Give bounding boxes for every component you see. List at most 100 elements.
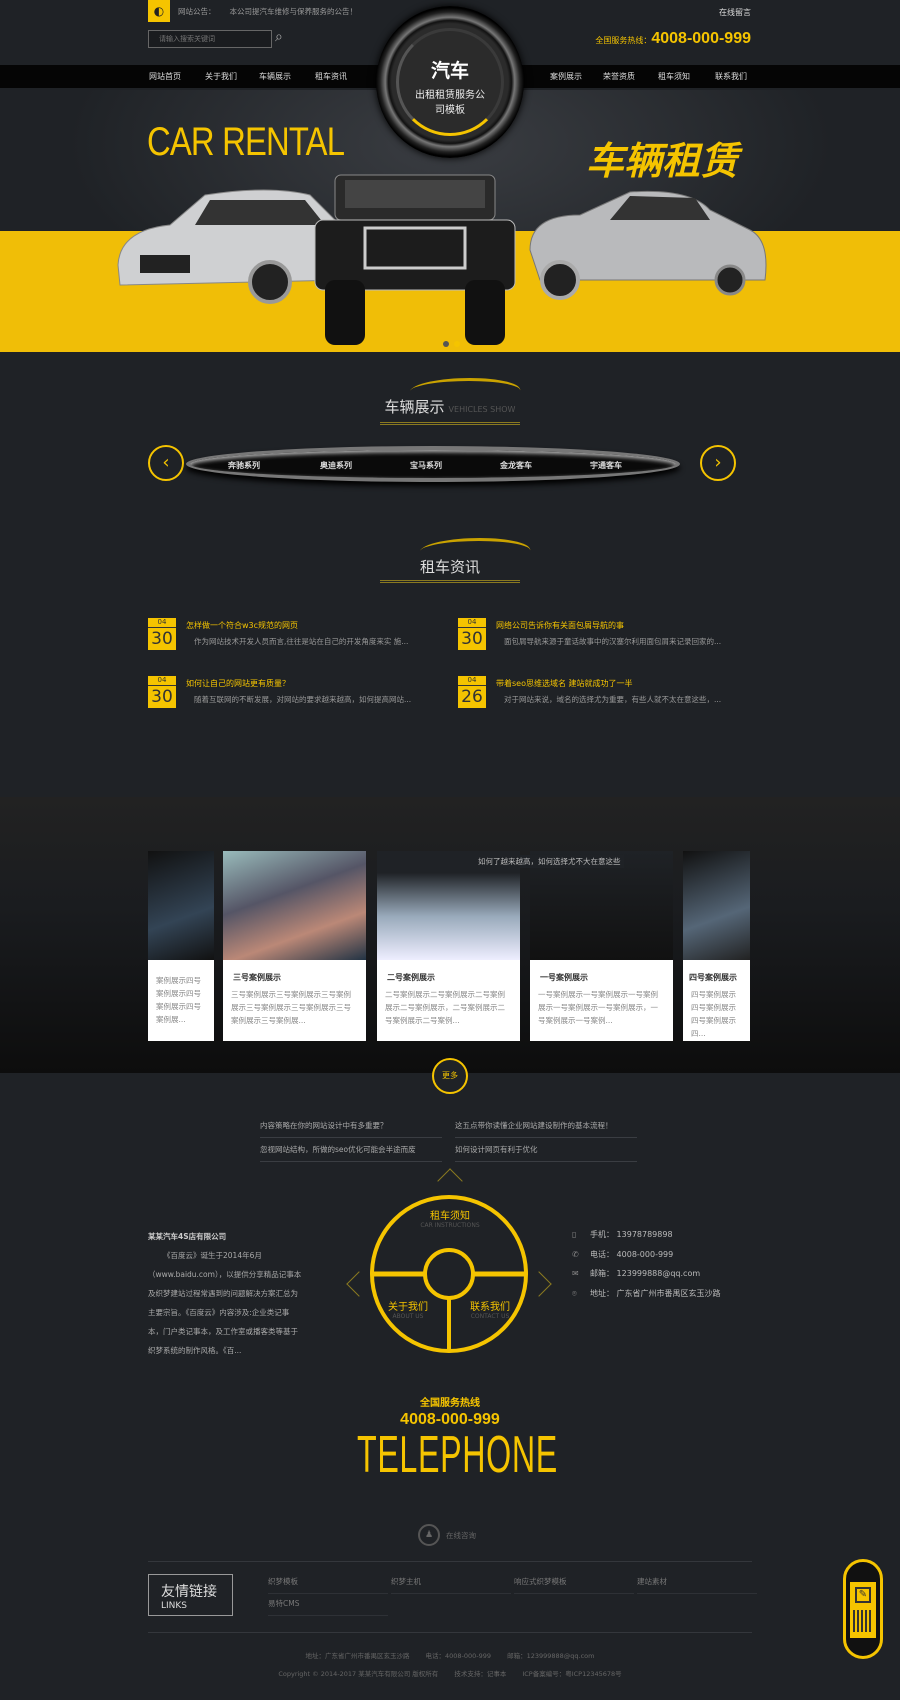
mail-icon: ✉ xyxy=(572,1269,579,1278)
case-card[interactable]: 四号案例展示四号案例展示四号案例展示四号案例展示四... xyxy=(683,851,750,1041)
news-item-title[interactable]: 怎样做一个符合w3c规范的网页 xyxy=(186,620,298,631)
contact-info: ▯ 手机： 13978789898 ✆ 电话： 4008-000-999 ✉ 邮箱： … xyxy=(572,1225,721,1303)
news-item-desc: 面包屑导航来源于童话故事中的汉塞尔利用面包屑来记录回家的... xyxy=(504,637,722,646)
edit-icon[interactable]: ✎ xyxy=(855,1587,871,1603)
news-item[interactable]: 04 26 带着seo思维选域名 建站就成功了一半对于网站来说，域名的选择尤为重要，… xyxy=(458,676,758,710)
nav-cases[interactable]: 案例展示 xyxy=(550,65,582,88)
hotline-number: 4008-000-999 xyxy=(651,30,751,47)
hotline-label: 全国服务热线： xyxy=(595,36,652,45)
floating-widget[interactable]: ✎ xyxy=(843,1559,883,1659)
telephone-block: 全国服务热线 4008-000-999 TELEPHONE xyxy=(300,1394,600,1481)
notice-text[interactable]: 本公司提汽车维修与保养服务的公告！ xyxy=(230,7,358,16)
case-title[interactable]: 四号案例展示 xyxy=(689,972,740,983)
wheel-about-us[interactable]: 关于我们 ABOUT US xyxy=(378,1298,438,1320)
case-title[interactable]: 一号案例展示 xyxy=(540,972,663,983)
vehicle-categories: 奔驰系列 奥迪系列 宝马系列 金龙客车 宇通客车 xyxy=(186,446,680,482)
case-title[interactable]: 三号案例展示 xyxy=(233,972,356,983)
online-consult[interactable]: ♟ 在线咨询 xyxy=(418,1524,476,1546)
qr-code-icon xyxy=(853,1610,873,1632)
nav-about[interactable]: 关于我们 xyxy=(205,65,237,88)
news-item-title[interactable]: 网络公司告诉你有关面包屑导航的事 xyxy=(496,620,624,631)
case-title[interactable]: 二号案例展示 xyxy=(387,972,510,983)
banner-cars-image xyxy=(117,174,767,345)
search-icon[interactable]: ⌕ xyxy=(275,29,293,47)
company-name: 某某汽车4S店有限公司 xyxy=(148,1232,227,1241)
article-link[interactable]: 如何设计网页有利于优化 xyxy=(455,1144,637,1162)
friend-link[interactable]: 织梦模板 xyxy=(268,1576,388,1594)
category-item[interactable]: 宝马系列 xyxy=(410,460,442,471)
right-chevron-icon[interactable] xyxy=(526,1271,552,1297)
contact-phone: ✆ 电话： 4008-000-999 xyxy=(572,1245,721,1265)
online-message-link[interactable]: 在线留言 xyxy=(719,7,751,18)
category-item[interactable]: 宇通客车 xyxy=(590,460,622,471)
friend-link[interactable]: 响应式织梦模板 xyxy=(514,1576,634,1594)
silver-sedan-left xyxy=(117,189,348,304)
news-item[interactable]: 04 30 网络公司告诉你有关面包屑导航的事面包屑导航来源于童话故事中的汉塞尔利用面… xyxy=(458,618,758,652)
case-desc: 一号案例展示一号案例展示一号案例展示一号案例展示一号案例展示，一号案例展示一号案… xyxy=(538,990,658,1025)
news-item-desc: 随着互联网的不断发展，对网站的要求越来越高，如何提高网站... xyxy=(194,695,412,704)
friend-link[interactable]: 建站素材 xyxy=(637,1576,757,1594)
divider xyxy=(148,1632,752,1633)
friend-link[interactable]: 易特CMS xyxy=(268,1598,388,1616)
online-consult-label[interactable]: 在线咨询 xyxy=(446,1531,476,1540)
news-item[interactable]: 04 30 怎样做一个符合w3c规范的网页作为网站技术开发人员而言,往往是站在自己的… xyxy=(148,618,448,652)
contact-address: ⌾ 地址： 广东省广州市番禺区玄玉沙路 xyxy=(572,1284,721,1304)
next-arrow-icon[interactable]: › xyxy=(700,445,736,481)
divider xyxy=(148,1561,752,1562)
logo[interactable]: 汽车 出租租赁服务公司模板 xyxy=(376,6,524,158)
footer-line-2: Copyright © 2014-2017 某某汽车有限公司 版权所有 技术支持：… xyxy=(278,1670,622,1678)
company-text: 《百度云》诞生于2014年6月（www.baidu.com），以提供分享精品记事… xyxy=(148,1251,302,1355)
nav-contact[interactable]: 联系我们 xyxy=(715,65,747,88)
category-item[interactable]: 奥迪系列 xyxy=(320,460,352,471)
article-link[interactable]: 忽视网站结构，所做的seo优化可能会半途而废 xyxy=(260,1144,442,1162)
wheel-contact-us[interactable]: 联系我们 CONTACT US xyxy=(460,1298,520,1320)
nav-honors[interactable]: 荣誉资质 xyxy=(603,65,635,88)
nav-vehicles[interactable]: 车辆展示 xyxy=(259,65,291,88)
case-card[interactable]: 一号案例展示一号案例展示一号案例展示一号案例展示一号案例展示一号案例展示，一号案… xyxy=(530,851,673,1041)
case-desc: 案例展示四号案例展示四号案例展示四号案例展... xyxy=(156,976,201,1024)
telephone-big-text: TELEPHONE xyxy=(357,1426,558,1484)
news-item[interactable]: 04 30 如何让自己的网站更有质量？ 随着互联网的不断发展，对网站的要求越来越高，如… xyxy=(148,676,448,710)
case-card[interactable]: 案例展示四号案例展示四号案例展示四号案例展... xyxy=(148,851,214,1041)
news-item-desc: 作为网站技术开发人员而言,往往是站在自己的开发角度来实 施... xyxy=(194,637,409,646)
search-input[interactable] xyxy=(148,30,272,48)
friend-link[interactable]: 织梦主机 xyxy=(391,1576,511,1594)
contact-mobile: ▯ 手机： 13978789898 xyxy=(572,1225,721,1245)
nav-news[interactable]: 租车资讯 xyxy=(315,65,347,88)
up-chevron-icon xyxy=(437,1168,463,1194)
wheel-rental-notes[interactable]: 租车须知 CAR INSTRUCTIONS xyxy=(400,1207,500,1229)
case-card[interactable]: 二号案例展示 二号案例展示二号案例展示二号案例展示二号案例展示，二号案例展示二号案… xyxy=(377,851,520,1041)
notice-label: 网站公告： xyxy=(178,7,216,16)
footer-line-1: 地址：广东省广州市番禺区玄玉沙路 电话：4008-000-999 邮箱：123999… xyxy=(305,1652,595,1660)
case-desc: 四号案例展示四号案例展示四号案例展示四... xyxy=(691,990,736,1038)
news-item-title[interactable]: 带着seo思维选域名 建站就成功了一半 xyxy=(496,678,633,689)
banner-en-title: CAR RENTAL xyxy=(147,120,345,164)
category-item[interactable]: 奔驰系列 xyxy=(228,460,260,471)
slider-dot-active[interactable] xyxy=(454,341,460,347)
cases-blurb: 如何了越来越高，如何选择尤不大在意这些 xyxy=(475,855,624,868)
category-item[interactable]: 金龙客车 xyxy=(500,460,532,471)
news-item-title[interactable]: 如何让自己的网站更有质量？ xyxy=(186,678,290,689)
more-button[interactable]: 更多 xyxy=(432,1058,468,1094)
article-link[interactable]: 内容策略在你的网站设计中有多重要？ xyxy=(260,1120,442,1138)
nav-home[interactable]: 网站首页 xyxy=(149,65,181,88)
news-item-desc: 对于网站来说，域名的选择尤为重要，有些人就不太在意这些，... xyxy=(504,695,722,704)
hotline: 全国服务热线：4008-000-999 xyxy=(595,30,751,48)
notice-bar: 网站公告： 本公司提汽车维修与保养服务的公告！ xyxy=(178,6,371,17)
article-link[interactable]: 这五点带你读懂企业网站建设制作的基本流程！ xyxy=(455,1120,637,1138)
date-badge: 04 26 xyxy=(458,676,486,708)
slider-dot[interactable] xyxy=(443,341,449,347)
nav-rental-notes[interactable]: 租车须知 xyxy=(658,65,690,88)
qq-icon[interactable]: ♟ xyxy=(418,1524,440,1546)
date-badge: 04 30 xyxy=(458,618,486,650)
case-card[interactable]: 三号案例展示 三号案例展示三号案例展示三号案例展示三号案例展示三号案例展示三号案例… xyxy=(223,851,366,1041)
prev-arrow-icon[interactable]: ‹ xyxy=(148,445,184,481)
news-section-title: 租车资讯 xyxy=(300,538,600,583)
telephone-label: 全国服务热线 xyxy=(420,1398,480,1409)
date-badge: 04 30 xyxy=(148,618,176,650)
vehicles-subtitle: VEHICLES SHOW xyxy=(448,405,516,414)
black-suv-center xyxy=(314,174,516,345)
company-intro: 某某汽车4S店有限公司《百度云》诞生于2014年6月（www.baidu.com… xyxy=(148,1227,304,1360)
vehicles-section-title: 车辆展示 VEHICLES SHOW xyxy=(300,378,600,425)
phone-icon: ✆ xyxy=(572,1249,579,1259)
